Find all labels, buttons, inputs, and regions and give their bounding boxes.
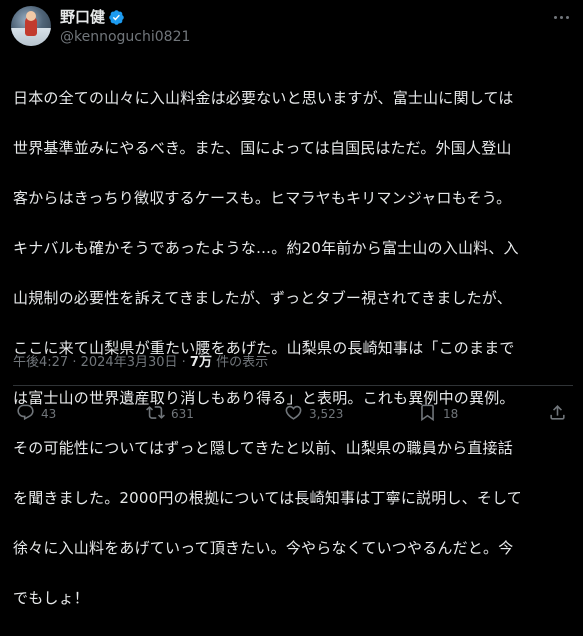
avatar[interactable] xyxy=(11,6,51,46)
post-time[interactable]: 午後4:27 xyxy=(13,355,68,370)
views-count[interactable]: 7万 xyxy=(190,355,212,370)
share-button[interactable] xyxy=(548,403,567,425)
repost-icon xyxy=(146,403,165,425)
author-name-row: 野口健 xyxy=(60,8,125,26)
post-meta: 午後4:27 · 2024年3月30日 · 7万 件の表示 xyxy=(13,355,268,371)
bookmark-icon xyxy=(418,403,437,425)
post-text: 日本の全ての山々に入山料金は必要ないと思いますが、富士山に関しては 世界基準並み… xyxy=(13,61,578,636)
views-label: 件の表示 xyxy=(211,355,269,370)
post-text-line: 客からはきっちり徴収するケースも。ヒマラヤもキリマンジャロもそう。 xyxy=(13,189,512,207)
divider xyxy=(13,385,573,386)
reply-icon xyxy=(16,403,35,425)
share-icon xyxy=(548,403,567,425)
more-icon-dot xyxy=(565,15,569,19)
like-count: 3,523 xyxy=(309,407,344,421)
repost-button[interactable]: 631 xyxy=(146,403,194,425)
repost-count: 631 xyxy=(171,407,194,421)
reply-button[interactable]: 43 xyxy=(16,403,56,425)
meta-separator: · xyxy=(68,355,81,370)
like-button[interactable]: 3,523 xyxy=(284,403,343,425)
post: 野口健 @kennoguchi0821 日本の全ての山々に入山料金は必要ないと思… xyxy=(0,0,583,607)
verified-badge-icon[interactable] xyxy=(108,9,125,26)
action-bar: 43 631 3,523 18 xyxy=(0,403,583,425)
author-display-name[interactable]: 野口健 xyxy=(60,8,105,26)
bookmark-button[interactable]: 18 xyxy=(418,403,458,425)
more-options-button[interactable] xyxy=(548,9,574,25)
author-handle[interactable]: @kennoguchi0821 xyxy=(60,29,190,46)
reply-count: 43 xyxy=(41,407,57,421)
post-date[interactable]: 2024年3月30日 xyxy=(81,355,178,370)
post-text-line: 日本の全ての山々に入山料金は必要ないと思いますが、富士山に関しては xyxy=(13,89,514,107)
more-icon-dot xyxy=(559,15,563,19)
post-text-line: その可能性についてはずっと隠してきたと以前、山梨県の職員から直接話 xyxy=(13,439,513,457)
post-text-line: 徐々に入山料をあげていって頂きたい。今やらなくていつやるんだと。今 xyxy=(13,539,514,557)
more-icon-dot xyxy=(553,15,557,19)
post-text-line: を聞きました。2000円の根拠については長崎知事は丁寧に説明し、そして xyxy=(13,489,522,507)
avatar-head xyxy=(26,11,36,21)
meta-separator: · xyxy=(177,355,190,370)
post-text-line: でもしょ！ xyxy=(13,589,90,607)
post-text-line: 世界基準並みにやるべき。また、国によっては自国民はただ。外国人登山 xyxy=(13,139,512,157)
like-icon xyxy=(284,403,303,425)
post-text-line: キナバルも確かそうであったような…。約20年前から富士山の入山料、入 xyxy=(13,239,519,257)
bookmark-count: 18 xyxy=(443,407,459,421)
post-text-line: 山規制の必要性を訴えてきましたが、ずっとタブー視されてきましたが、 xyxy=(13,289,512,307)
